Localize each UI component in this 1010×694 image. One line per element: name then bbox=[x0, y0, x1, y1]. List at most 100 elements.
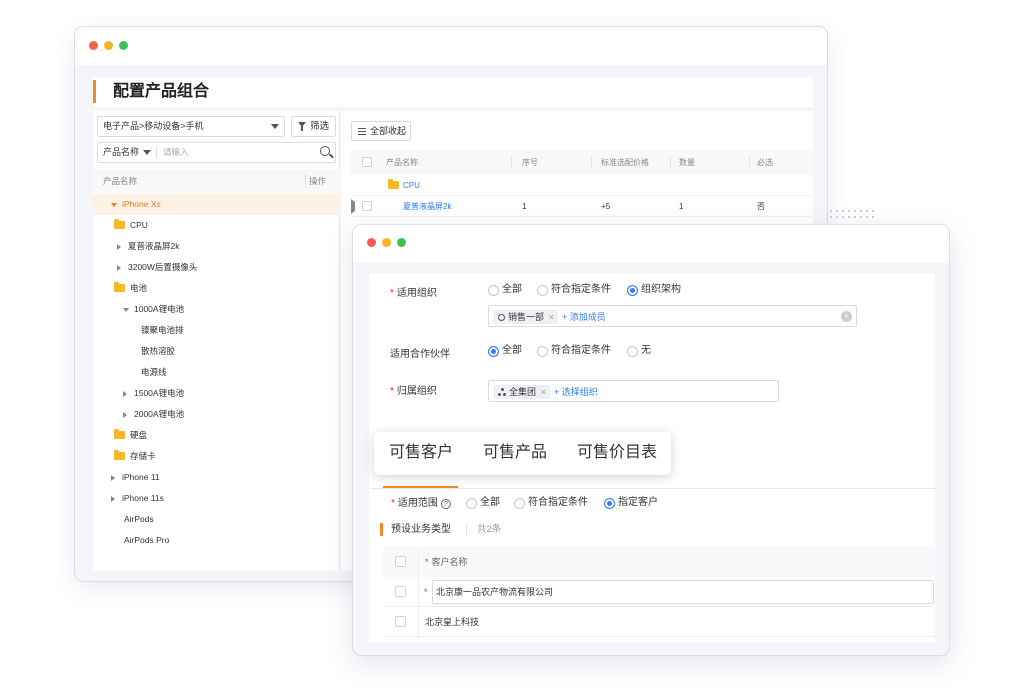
chevron-down-icon[interactable] bbox=[123, 308, 129, 312]
funnel-icon bbox=[298, 122, 306, 131]
page-title: 配置产品组合 bbox=[113, 83, 210, 100]
list-icon bbox=[358, 128, 366, 135]
folder-icon bbox=[388, 179, 399, 189]
scope-option-customers[interactable]: 指定客户 bbox=[604, 496, 658, 510]
clear-icon[interactable]: × bbox=[841, 311, 852, 322]
search-field-select[interactable]: 产品名称 bbox=[103, 143, 139, 162]
grid-row-seq: 1 bbox=[522, 202, 527, 211]
select-org-link[interactable]: + 选择组织 bbox=[554, 385, 598, 399]
tree-item[interactable]: 电源线 bbox=[93, 362, 340, 383]
select-all-checkbox[interactable] bbox=[362, 157, 372, 167]
org-option-all[interactable]: 全部 bbox=[488, 283, 522, 297]
customer-name-input[interactable]: 北京康一品农产物流有限公司 bbox=[432, 580, 934, 604]
customer-table: * 客户名称 * 北京康一品农产物流有限公司 北京皇上科技 bbox=[383, 547, 934, 637]
table-row[interactable]: * 北京康一品农产物流有限公司 bbox=[383, 577, 934, 607]
caret-down-icon bbox=[143, 150, 151, 155]
grid-row[interactable]: CPU bbox=[351, 175, 813, 196]
chevron-right-icon[interactable] bbox=[117, 265, 121, 271]
tree-item-label: 硬盘 bbox=[130, 430, 148, 440]
chevron-right-icon[interactable] bbox=[117, 244, 121, 250]
tree-item[interactable]: iPhone Xs bbox=[93, 194, 340, 215]
tree-item[interactable]: 硬盘 bbox=[93, 425, 340, 446]
tree-item[interactable]: AirPods bbox=[93, 509, 340, 530]
tree-item[interactable]: 散热溶胶 bbox=[93, 341, 340, 362]
tab-customers[interactable]: 可售客户 bbox=[389, 442, 453, 464]
chevron-right-icon[interactable] bbox=[351, 199, 355, 214]
tree-item[interactable]: 3200W后置摄像头 bbox=[93, 257, 340, 278]
folder-icon bbox=[114, 282, 125, 292]
maximize-window-icon[interactable] bbox=[397, 238, 406, 247]
row-checkbox[interactable] bbox=[395, 616, 406, 627]
tree-item-label: 1000A锂电池 bbox=[134, 304, 185, 314]
help-icon[interactable]: ? bbox=[440, 499, 451, 509]
row-checkbox[interactable] bbox=[395, 586, 406, 597]
org-member-field[interactable]: 销售一部 × + 添加成员 × bbox=[488, 305, 857, 327]
collapse-all-button[interactable]: 全部收起 bbox=[351, 121, 411, 141]
chevron-right-icon[interactable] bbox=[123, 391, 127, 397]
tree-item-label: 2000A锂电池 bbox=[134, 409, 185, 419]
customer-table-header: * 客户名称 bbox=[383, 547, 934, 577]
grid-row-name: 夏普液晶屏2k bbox=[403, 202, 452, 211]
tree-item[interactable]: 1000A锂电池 bbox=[93, 299, 340, 320]
dot-pattern-decoration bbox=[828, 208, 876, 222]
circle-icon bbox=[498, 314, 505, 321]
tree-item[interactable]: CPU bbox=[93, 215, 340, 236]
chevron-down-icon[interactable] bbox=[111, 203, 117, 207]
minimize-window-icon[interactable] bbox=[104, 41, 113, 50]
chevron-right-icon[interactable] bbox=[123, 412, 127, 418]
tree-item[interactable]: iPhone 11s bbox=[93, 488, 340, 509]
tag-remove-icon[interactable]: × bbox=[541, 385, 546, 399]
partner-option-none[interactable]: 无 bbox=[627, 344, 651, 358]
maximize-window-icon[interactable] bbox=[119, 41, 128, 50]
tree-item[interactable]: iPhone 11 bbox=[93, 467, 340, 488]
filter-button[interactable]: 筛选 bbox=[291, 116, 336, 137]
partner-option-conditions[interactable]: 符合指定条件 bbox=[537, 344, 611, 358]
tab-price-list[interactable]: 可售价目表 bbox=[577, 442, 657, 464]
row-checkbox[interactable] bbox=[362, 201, 372, 211]
grid-col-required: 必选 bbox=[757, 158, 773, 167]
org-option-conditions[interactable]: 符合指定条件 bbox=[537, 283, 611, 297]
active-tab-indicator bbox=[383, 486, 458, 488]
search-input[interactable]: 请输入 bbox=[163, 143, 189, 162]
tree-item[interactable]: 存储卡 bbox=[93, 446, 340, 467]
grid-header: 产品名称 序号 标准选配价格 数量 必选 bbox=[351, 150, 813, 175]
tree-item[interactable]: 2000A锂电池 bbox=[93, 404, 340, 425]
scope-option-all[interactable]: 全部 bbox=[466, 496, 500, 510]
scope-field-label: * 适用范围? bbox=[391, 497, 451, 511]
category-select-value: 电子产品>移动设备>手机 bbox=[103, 121, 204, 131]
close-window-icon[interactable] bbox=[89, 41, 98, 50]
search-icon[interactable] bbox=[320, 146, 330, 156]
category-select[interactable]: 电子产品>移动设备>手机 bbox=[97, 116, 285, 137]
org-field-label: * 适用组织 bbox=[390, 288, 437, 299]
grid-col-name: 产品名称 bbox=[386, 158, 418, 167]
scope-option-conditions[interactable]: 符合指定条件 bbox=[514, 496, 588, 510]
close-window-icon[interactable] bbox=[367, 238, 376, 247]
partner-option-all[interactable]: 全部 bbox=[488, 344, 522, 358]
tree-item[interactable]: 1500A锂电池 bbox=[93, 383, 340, 404]
tree-item[interactable]: 镍聚电池排 bbox=[93, 320, 340, 341]
minimize-window-icon[interactable] bbox=[382, 238, 391, 247]
tree-item-label: 镍聚电池排 bbox=[141, 325, 184, 335]
chevron-right-icon[interactable] bbox=[111, 475, 115, 481]
select-all-checkbox[interactable] bbox=[395, 556, 406, 567]
table-row[interactable]: 北京皇上科技 bbox=[383, 607, 934, 637]
tree-item[interactable]: 夏普液晶屏2k bbox=[93, 236, 340, 257]
owner-org-field[interactable]: 全集团 × + 选择组织 bbox=[488, 380, 779, 402]
org-structure-icon bbox=[498, 388, 506, 396]
chevron-right-icon[interactable] bbox=[111, 496, 115, 502]
grid-col-price: 标准选配价格 bbox=[601, 158, 649, 167]
org-option-structure[interactable]: 组织架构 bbox=[627, 283, 681, 297]
grid-row-required: 否 bbox=[757, 202, 765, 211]
grid-col-qty: 数量 bbox=[679, 158, 695, 167]
folder-icon bbox=[114, 450, 125, 460]
tab-products[interactable]: 可售产品 bbox=[483, 442, 547, 464]
tree-item-label: 电池 bbox=[130, 283, 148, 293]
add-member-link[interactable]: + 添加成员 bbox=[562, 310, 606, 324]
tag-remove-icon[interactable]: × bbox=[549, 310, 554, 324]
product-grid: 产品名称 序号 标准选配价格 数量 必选 CPU 夏普液晶屏2k 1 +5 1 … bbox=[351, 150, 813, 217]
tree-item[interactable]: AirPods Pro bbox=[93, 530, 340, 551]
collapse-all-label: 全部收起 bbox=[370, 126, 407, 136]
grid-row[interactable]: 夏普液晶屏2k 1 +5 1 否 bbox=[351, 196, 813, 217]
tree-item[interactable]: 电池 bbox=[93, 278, 340, 299]
customer-name-header: 客户名称 bbox=[431, 557, 468, 567]
